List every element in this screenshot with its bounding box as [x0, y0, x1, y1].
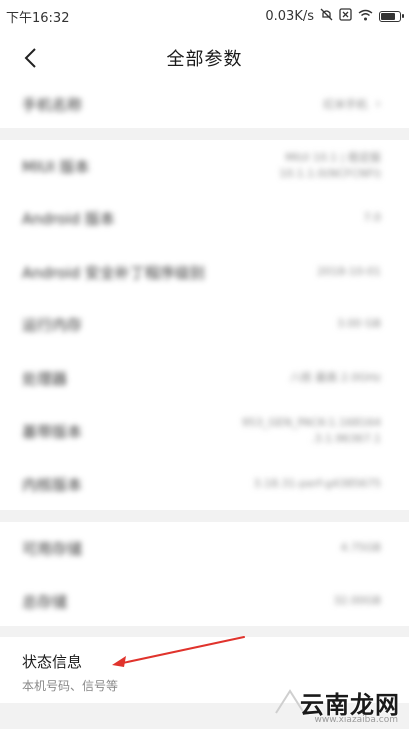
- section-divider: [0, 128, 409, 140]
- row-label: 运行内存: [22, 315, 83, 334]
- row-label: 手机名称: [22, 95, 83, 114]
- header-bar: 全部参数: [0, 32, 409, 84]
- row-value: 953_GEN_PACK-1.168164 .3.1.96367.1: [241, 415, 381, 446]
- row-label: Android 安全补丁程序级别: [22, 263, 205, 282]
- list-item-security-patch[interactable]: Android 安全补丁程序级别 2018-10-01: [0, 246, 409, 298]
- status-bar: 下午16:32 0.03K/s: [0, 0, 409, 32]
- row-value: 4.75GB: [340, 540, 381, 554]
- row-value: 32.00GB: [333, 593, 381, 607]
- watermark: 云南龙网 www.xiazaiba.com: [270, 683, 404, 725]
- status-time: 下午16:32: [6, 10, 70, 26]
- page-title: 全部参数: [166, 49, 243, 70]
- row-label: MIUI 版本: [22, 157, 90, 176]
- row-value-text: 红米手机: [323, 97, 368, 111]
- wifi-icon: [358, 9, 373, 24]
- row-value: MIUI 10.1 | 稳定版 10.1.1.0(NCFCNFI): [279, 150, 381, 181]
- row-label: 处理器: [22, 369, 68, 388]
- row-value: 3.18.31-perf-g4385675: [253, 476, 381, 490]
- list-item-android-version[interactable]: Android 版本 7.0: [0, 192, 409, 244]
- row-label: Android 版本: [22, 209, 115, 228]
- list-item-available-storage[interactable]: 可用存储 4.75GB: [0, 522, 409, 574]
- list-item-miui-version[interactable]: MIUI 版本 MIUI 10.1 | 稳定版 10.1.1.0(NCFCNFI…: [0, 140, 409, 192]
- list-item-baseband[interactable]: 基带版本 953_GEN_PACK-1.168164 .3.1.96367.1: [0, 405, 409, 457]
- back-button[interactable]: [14, 42, 46, 74]
- row-label: 基带版本: [22, 422, 83, 441]
- row-label: 总存储: [22, 592, 68, 611]
- list-item-kernel[interactable]: 内核版本 3.18.31-perf-g4385675: [0, 458, 409, 510]
- row-label: 可用存储: [22, 539, 83, 558]
- watermark-url: www.xiazaiba.com: [314, 715, 398, 725]
- list-item-processor[interactable]: 处理器 八核 最高 2.0GHz: [0, 352, 409, 404]
- row-value: 7.0: [363, 210, 382, 224]
- status-indicators: 0.03K/s: [265, 8, 404, 24]
- status-info-title: 状态信息: [22, 653, 83, 671]
- list-item-ram[interactable]: 运行内存 3.00 GB: [0, 298, 409, 350]
- row-value: 红米手机 ›: [323, 94, 381, 115]
- row-value: 八核 最高 2.0GHz: [289, 370, 381, 384]
- row-value: 2018-10-01: [317, 264, 381, 278]
- mute-icon: [320, 8, 333, 24]
- row-value: 3.00 GB: [336, 316, 381, 330]
- section-divider: [0, 626, 409, 637]
- network-speed: 0.03K/s: [265, 8, 314, 24]
- row-label: 内核版本: [22, 475, 83, 494]
- chevron-left-icon: [24, 48, 36, 68]
- list-item-total-storage[interactable]: 总存储 32.00GB: [0, 575, 409, 627]
- section-divider: [0, 510, 409, 522]
- battery-icon: [379, 10, 404, 22]
- list-item-device-name[interactable]: 手机名称 红米手机 ›: [0, 84, 409, 124]
- sim-x-icon: [339, 8, 352, 24]
- chevron-right-icon: ›: [375, 95, 381, 112]
